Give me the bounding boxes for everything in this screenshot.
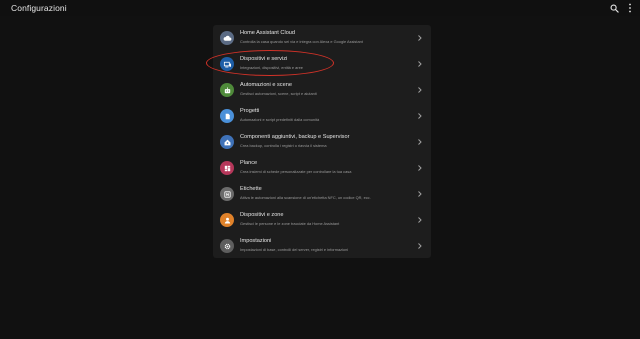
item-subtitle: Impostazioni di base, controlli del serv… xyxy=(240,247,349,252)
list-item-dashboards[interactable]: Plance Crea insiemi di schede personaliz… xyxy=(213,155,431,181)
item-subtitle: Controlla la casa quando sei via e integ… xyxy=(240,39,363,44)
settings-list: Home Assistant Cloud Controlla la casa q… xyxy=(213,25,431,258)
item-title: Automazioni e scene xyxy=(240,82,292,88)
item-title: Dispositivi e servizi xyxy=(240,56,288,62)
chevron-right-icon xyxy=(418,113,422,119)
search-icon[interactable] xyxy=(607,1,621,15)
dashboard-icon xyxy=(220,161,234,175)
list-item-tags[interactable]: Etichette Attiva le automazioni alla sca… xyxy=(213,181,431,207)
list-item-people[interactable]: Dispositivi e zone Gestisci le persone e… xyxy=(213,207,431,233)
list-item-devices[interactable]: Dispositivi e servizi Integrazioni, disp… xyxy=(213,51,431,77)
chevron-right-icon xyxy=(418,243,422,249)
item-title: Plance xyxy=(240,160,258,166)
chevron-right-icon xyxy=(418,61,422,67)
top-app-bar: Configurazioni xyxy=(0,0,640,16)
robot-icon xyxy=(220,83,234,97)
chevron-right-icon xyxy=(418,191,422,197)
item-title: Componenti aggiuntivi, backup e Supervis… xyxy=(240,134,350,140)
list-item-addons[interactable]: Componenti aggiuntivi, backup e Supervis… xyxy=(213,129,431,155)
list-item-cloud[interactable]: Home Assistant Cloud Controlla la casa q… xyxy=(213,25,431,51)
item-subtitle: Gestisci le persone e le zone tracciate … xyxy=(240,221,340,226)
chevron-right-icon xyxy=(418,217,422,223)
blueprint-icon xyxy=(220,109,234,123)
chevron-right-icon xyxy=(418,139,422,145)
list-item-blueprints[interactable]: Progetti Automazioni e script predefinit… xyxy=(213,103,431,129)
page-title: Configurazioni xyxy=(11,3,67,13)
item-title: Progetti xyxy=(240,108,260,114)
item-subtitle: Crea insiemi di schede personalizzate pe… xyxy=(240,169,352,174)
item-subtitle: Attiva le automazioni alla scansione di … xyxy=(240,195,371,200)
item-subtitle: Integrazioni, dispositivi, entità e aree xyxy=(240,65,303,70)
chevron-right-icon xyxy=(418,165,422,171)
chevron-right-icon xyxy=(418,35,422,41)
nfc-icon xyxy=(220,187,234,201)
item-subtitle: Automazioni e script predefiniti dalla c… xyxy=(240,117,320,122)
devices-icon xyxy=(220,57,234,71)
chevron-right-icon xyxy=(418,87,422,93)
item-title: Dispositivi e zone xyxy=(240,212,284,218)
home-assistant-icon xyxy=(220,135,234,149)
list-item-settings[interactable]: Impostazioni Impostazioni di base, contr… xyxy=(213,233,431,259)
list-item-automations[interactable]: Automazioni e scene Gestisci automazioni… xyxy=(213,77,431,103)
person-icon xyxy=(220,213,234,227)
item-title: Impostazioni xyxy=(240,238,272,244)
item-subtitle: Crea backup, controlla i registri o riav… xyxy=(240,143,327,148)
more-vertical-icon[interactable] xyxy=(623,1,637,15)
gear-icon xyxy=(220,239,234,253)
item-title: Etichette xyxy=(240,186,262,192)
item-subtitle: Gestisci automazioni, scene, script e ai… xyxy=(240,91,317,96)
item-title: Home Assistant Cloud xyxy=(240,30,296,36)
cloud-icon xyxy=(220,31,234,45)
